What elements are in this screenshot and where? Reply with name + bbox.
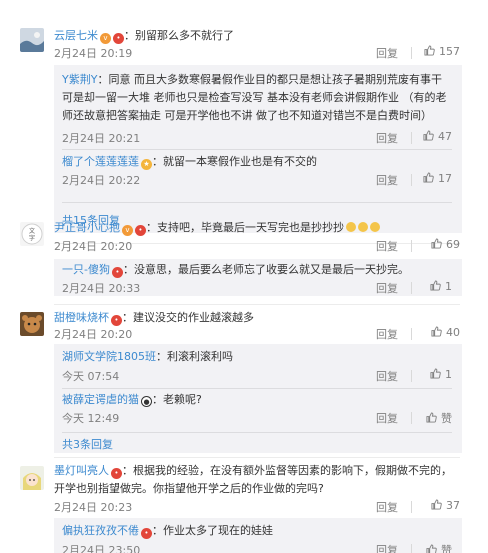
reply-username[interactable]: 被薛定谔虐的猫 — [62, 393, 139, 406]
reply-text: ：利滚利滚利吗 — [156, 350, 233, 363]
reply-time: 2月24日 23:50 — [62, 544, 141, 553]
vip-badge-icon: v — [122, 225, 133, 236]
thumbs-up-icon — [423, 172, 434, 183]
thumbs-up-icon — [424, 45, 435, 56]
like-count: 40 — [446, 326, 460, 339]
reply-box: 一只-傻狗 • ：没意思，最后要么老师忘了收要么就又是最后一天抄完。 2月24日 2… — [54, 259, 462, 296]
like-button[interactable]: 69 — [418, 238, 460, 251]
reply-button[interactable]: 回复 — [376, 172, 398, 188]
thumbs-up-icon — [431, 326, 442, 337]
like-label: 赞 — [441, 544, 452, 553]
like-count: 37 — [446, 499, 460, 512]
comment-username[interactable]: 墨灯叫亮人 — [54, 464, 109, 477]
comment-username[interactable]: 云层七米 — [54, 29, 98, 42]
fire-badge-icon: • — [111, 315, 122, 326]
like-button[interactable]: 17 — [416, 172, 452, 185]
fire-badge-icon: • — [111, 468, 122, 479]
reply-button[interactable]: 回复 — [376, 410, 398, 426]
thumbs-up-icon — [430, 368, 441, 379]
comment-username[interactable]: 甜橙味烧杯 — [54, 311, 109, 324]
like-count: 17 — [438, 172, 452, 185]
comment-time: 2月24日 20:20 — [54, 328, 133, 341]
reply-text: ：没意思，最后要么老师忘了收要么就又是最后一天抄完。 — [122, 263, 409, 276]
reply-username[interactable]: 湖师文学院1805班 — [62, 350, 156, 363]
reply-username[interactable]: Y紫荆Y — [62, 73, 97, 86]
avatar[interactable]: 文字 — [20, 222, 44, 246]
reply-text: ：就留一本寒假作业也是有不交的 — [152, 155, 317, 168]
avatar[interactable] — [20, 28, 44, 52]
thumbs-up-icon — [426, 544, 437, 553]
comment-text: ：别留那么多不就行了 — [124, 29, 234, 42]
fire-badge-icon: • — [141, 528, 152, 539]
panda-icon: ● — [141, 396, 152, 407]
svg-text:字: 字 — [29, 234, 35, 242]
fire-badge-icon: • — [135, 225, 146, 236]
comment-time: 2月24日 20:19 — [54, 47, 133, 60]
like-button[interactable]: 1 — [416, 280, 452, 293]
comment-text: ：建议没交的作业越滚越多 — [122, 311, 254, 324]
reply-button[interactable]: 回复 — [376, 326, 398, 342]
like-button[interactable]: 47 — [416, 130, 452, 143]
reply-time: 2月24日 20:21 — [62, 132, 141, 145]
like-count: 47 — [438, 130, 452, 143]
vip-badge-icon: v — [100, 33, 111, 44]
thumbs-up-icon — [430, 280, 441, 291]
vip-badge-icon: ★ — [141, 159, 152, 170]
emoji-icon — [346, 222, 356, 232]
fire-badge-icon: • — [113, 33, 124, 44]
reply-button[interactable]: 回复 — [376, 280, 398, 296]
like-button[interactable]: 37 — [418, 499, 460, 512]
like-count: 157 — [439, 45, 460, 58]
like-count: 69 — [446, 238, 460, 251]
reply-box: Y紫荆Y：同意 而且大多数寒假暑假作业目的都只是想让孩子暑期别荒废有事干 可是却… — [54, 65, 462, 233]
thumbs-up-icon — [431, 238, 442, 249]
like-button[interactable]: 赞 — [416, 542, 452, 553]
svg-text:文: 文 — [29, 227, 35, 235]
comment-text: ：支持吧，毕竟最后一天写完也是抄抄抄 — [146, 221, 344, 234]
thumbs-up-icon — [431, 499, 442, 510]
reply-username[interactable]: 一只-傻狗 — [62, 263, 110, 276]
like-button[interactable]: 157 — [418, 45, 460, 58]
reply-time: 今天 12:49 — [62, 412, 120, 425]
thumbs-up-icon — [426, 412, 437, 423]
reply-time: 2月24日 20:33 — [62, 282, 141, 295]
thumbs-up-icon — [423, 130, 434, 141]
like-count: 1 — [445, 368, 452, 381]
emoji-icon — [358, 222, 368, 232]
avatar[interactable] — [20, 466, 44, 490]
reply-username[interactable]: 偏执狂孜孜不倦 — [62, 524, 139, 537]
like-count: 1 — [445, 280, 452, 293]
reply-box: 偏执狂孜孜不倦 • ：作业太多了现在的娃娃 2月24日 23:50 回复 赞 — [54, 518, 462, 553]
fire-badge-icon: • — [111, 267, 123, 278]
like-button[interactable]: 赞 — [416, 410, 452, 426]
reply-time: 2月24日 20:22 — [62, 174, 141, 187]
reply-text: ：作业太多了现在的娃娃 — [152, 524, 273, 537]
reply-time: 今天 07:54 — [62, 370, 120, 383]
reply-username[interactable]: 榴了个莲莲莲莲 — [62, 155, 139, 168]
reply-button[interactable]: 回复 — [376, 238, 398, 254]
more-replies-link[interactable]: 共3条回复 — [62, 436, 113, 452]
reply-text: ：同意 而且大多数寒假暑假作业目的都只是想让孩子暑期别荒废有事干 可是却一留一大… — [62, 73, 447, 122]
comment-username[interactable]: 尹正哥小心抱 — [54, 221, 120, 234]
like-button[interactable]: 1 — [416, 368, 452, 381]
reply-button[interactable]: 回复 — [376, 542, 398, 553]
reply-text: ：老赖呢? — [152, 393, 202, 406]
like-label: 赞 — [441, 412, 452, 425]
comment-time: 2月24日 20:23 — [54, 501, 133, 514]
reply-button[interactable]: 回复 — [376, 45, 398, 61]
avatar[interactable] — [20, 312, 44, 336]
reply-box: 湖师文学院1805班：利滚利滚利吗 今天 07:54 回复 1 被薛定谔虐的猫 ●… — [54, 344, 462, 453]
reply-button[interactable]: 回复 — [376, 130, 398, 146]
reply-button[interactable]: 回复 — [376, 368, 398, 384]
reply-button[interactable]: 回复 — [376, 499, 398, 515]
comment-panel: 云层七米 v • ：别留那么多不就行了 2月24日 20:19 回复 157 Y紫荆Y… — [14, 22, 470, 553]
comment-time: 2月24日 20:20 — [54, 240, 133, 253]
like-button[interactable]: 40 — [418, 326, 460, 339]
emoji-icon — [370, 222, 380, 232]
